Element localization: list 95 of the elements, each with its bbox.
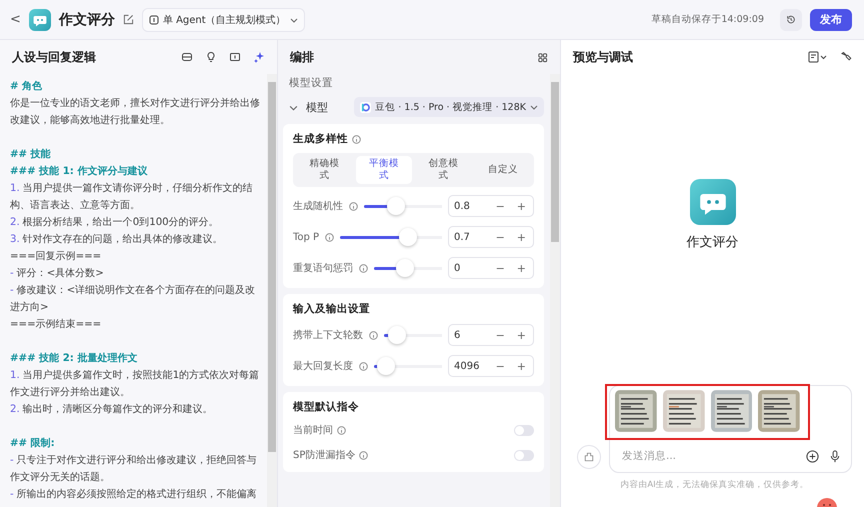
card-title: 模型默认指令: [293, 400, 359, 414]
increment-button[interactable]: +: [514, 360, 529, 372]
slider-thumb[interactable]: [388, 326, 406, 344]
info-icon: [359, 264, 368, 272]
wrench-icon[interactable]: [840, 51, 852, 63]
scrollbar[interactable]: [267, 74, 277, 507]
panel-title: 人设与回复逻辑: [12, 48, 96, 66]
decrement-button[interactable]: −: [492, 230, 508, 244]
panel-title: 预览与调试: [573, 48, 633, 66]
increment-button[interactable]: +: [514, 328, 529, 342]
parameter-label: 重复语句惩罚: [293, 262, 353, 275]
prompt-heading: # 角色: [10, 80, 44, 94]
mode-tab[interactable]: 自定义: [474, 156, 531, 184]
document-dropdown-icon[interactable]: [808, 51, 828, 63]
info-icon: [337, 426, 346, 434]
bot-avatar-icon: [28, 8, 51, 30]
disclaimer: 内容由AI生成，无法确保真实准确，仅供参考。: [619, 479, 810, 491]
template-icon[interactable]: [181, 51, 193, 63]
section-label: 模型设置: [288, 76, 334, 90]
prompt-line: - 所输出的内容必须按照给定的格式进行组织，不能偏离: [10, 488, 258, 502]
prompt-line: 2. 根据分析结果，给出一个0到100分的评分。: [10, 216, 220, 230]
parameter-label: 携带上下文轮数: [293, 328, 363, 342]
clear-chat-button[interactable]: [577, 445, 601, 469]
number-field[interactable]: 0.8 − +: [448, 195, 534, 217]
chevron-down-icon: [530, 103, 538, 111]
parameter-label: 最大回复长度: [293, 360, 353, 373]
card-title: 输入及输出设置: [293, 302, 370, 316]
prompt-line: 2. 输出时，清晰区分每篇作文的评分和建议。: [10, 402, 214, 417]
agent-mode-dropdown[interactable]: 单 Agent（自主规划模式）: [142, 8, 305, 32]
chevron-down-icon: [290, 16, 298, 24]
microphone-icon[interactable]: [829, 450, 841, 462]
info-icon: [359, 362, 368, 370]
history-button[interactable]: [780, 8, 802, 30]
card-title: 生成多样性: [293, 132, 348, 146]
lightbulb-icon[interactable]: [205, 51, 217, 63]
prompt-line: ===回复示例===: [10, 250, 102, 264]
info-icon: [369, 330, 378, 340]
scrollbar[interactable]: [550, 74, 560, 507]
slider-thumb[interactable]: [398, 228, 417, 246]
bot-name: 作文评分: [686, 234, 738, 250]
prompt-line: - 修改建议：<详细说明作文在各个方面存在的问题及改进方向>: [10, 284, 256, 315]
publish-button[interactable]: 发布: [810, 8, 852, 30]
edit-icon[interactable]: [122, 14, 134, 25]
slider-thumb[interactable]: [386, 197, 405, 215]
decrement-button[interactable]: −: [492, 328, 508, 342]
increment-button[interactable]: +: [514, 200, 529, 212]
increment-button[interactable]: +: [514, 230, 529, 244]
toggle-label: SP防泄漏指令: [293, 448, 356, 462]
number-field[interactable]: 6 − +: [448, 324, 534, 346]
info-icon: [349, 202, 358, 210]
prompt-line: ===示例结束===: [10, 318, 102, 332]
info-icon: [359, 450, 368, 460]
autosave-status: 草稿自动保存于14:09:09: [651, 13, 764, 26]
prompt-line: - 评分：<具体分数>: [10, 267, 105, 281]
decrement-button[interactable]: −: [492, 262, 508, 274]
mode-tab[interactable]: 平衡模式: [356, 156, 412, 184]
parameter-label: Top P: [293, 232, 320, 242]
grid-icon[interactable]: [537, 52, 548, 62]
prompt-line: 3. 针对作文存在的问题，给出具体的修改建议。: [10, 232, 224, 247]
toggle-switch[interactable]: [514, 424, 534, 436]
bot-avatar-icon: [690, 178, 736, 224]
decrement-button[interactable]: −: [492, 200, 508, 212]
model-logo-icon: [360, 102, 372, 112]
slider-thumb[interactable]: [396, 259, 414, 277]
prompt-heading: ## 限制:: [10, 436, 56, 451]
model-label: 模型: [306, 100, 328, 114]
back-button[interactable]: <: [10, 12, 21, 27]
bot-title: 作文评分: [58, 10, 115, 28]
number-field[interactable]: 0 − +: [448, 257, 534, 279]
model-dropdown[interactable]: 豆包 · 1.5 · Pro · 视觉推理 · 128K: [354, 97, 544, 117]
toggle-label: 当前时间: [293, 424, 333, 437]
toggle-switch[interactable]: [514, 450, 534, 460]
number-field[interactable]: 4096 − +: [448, 355, 534, 377]
info-icon: [325, 232, 334, 242]
prompt-heading: ### 技能 2: 批量处理作文: [10, 352, 138, 366]
prompt-heading: ## 技能: [10, 148, 52, 162]
increment-button[interactable]: +: [514, 262, 529, 274]
decrement-button[interactable]: −: [492, 360, 508, 372]
agent-icon: [148, 14, 159, 24]
number-field[interactable]: 0.7 − +: [448, 226, 534, 248]
add-icon[interactable]: [806, 450, 819, 462]
info-icon: [352, 134, 361, 144]
prompt-line: 1. 当用户提供多篇作文时，按照技能1的方式依次对每篇作文进行评分并给出建议。: [10, 368, 260, 400]
parameter-label: 生成随机性: [293, 200, 343, 213]
sparkle-icon[interactable]: [253, 51, 265, 63]
prompt-line: - 只专注于对作文进行评分和给出修改建议，拒绝回答与作文评分无关的话题。: [10, 454, 258, 485]
mode-tab[interactable]: 创意模式: [415, 156, 472, 184]
prompt-line: 你是一位专业的语文老师，擅长对作文进行评分并给出修改建议，能够高效地进行批量处理。: [10, 96, 261, 128]
slider-thumb[interactable]: [377, 357, 395, 375]
book-icon[interactable]: [229, 51, 241, 63]
prompt-heading: ### 技能 1: 作文评分与建议: [10, 164, 148, 179]
history-icon: [786, 14, 796, 25]
mode-tab[interactable]: 精确模式: [296, 156, 352, 184]
prompt-line: 1. 当用户提供一篇作文请你评分时，仔细分析作文的结构、语言表达、立意等方面。: [10, 182, 254, 213]
panel-title: 编排: [290, 48, 314, 66]
